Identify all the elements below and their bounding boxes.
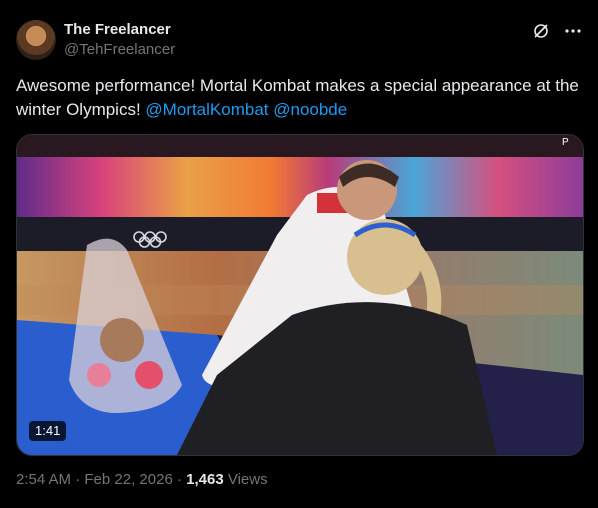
mention-mortalkombat[interactable]: @MortalKombat	[145, 100, 268, 119]
views-label: Views	[227, 471, 268, 488]
video-frame: P	[17, 135, 583, 455]
more-icon[interactable]	[564, 22, 582, 40]
grok-icon[interactable]	[532, 22, 550, 40]
video-duration-badge: 1:41	[29, 421, 67, 441]
tweet-date[interactable]: Feb 22, 2026	[84, 471, 172, 488]
video-overlay-text: P	[562, 137, 569, 148]
author-name[interactable]: The Freelancer	[64, 21, 171, 38]
meta-separator-2: ·	[176, 471, 182, 488]
top-actions	[532, 22, 582, 40]
tweet-time[interactable]: 2:54 AM	[16, 471, 71, 488]
mention-noobde[interactable]: @noobde	[273, 100, 347, 119]
author-handle[interactable]: @TehFreelancer	[64, 41, 175, 58]
meta-separator: ·	[75, 471, 81, 488]
video-player[interactable]: P	[16, 134, 584, 456]
tweet-text: Awesome performance! Mortal Kombat makes…	[16, 74, 582, 122]
avatar[interactable]	[16, 20, 56, 60]
tweet-meta: 2:54 AM · Feb 22, 2026 · 1,463 Views	[16, 471, 268, 488]
views-count: 1,463	[186, 471, 224, 488]
